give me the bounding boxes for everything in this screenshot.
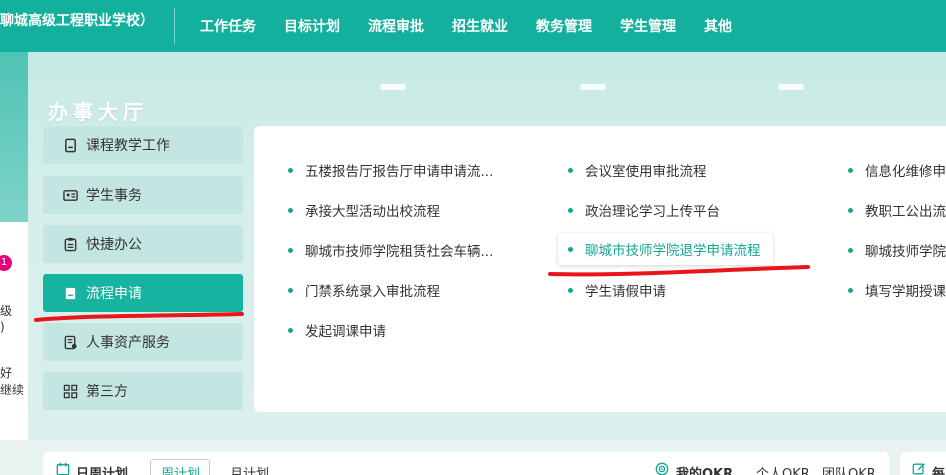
process-link[interactable]: 聊城技师学院 (848, 240, 946, 260)
stub-text: 继续 (0, 383, 25, 397)
process-link[interactable]: 五楼报告厅报告厅申请申请流... (288, 160, 493, 180)
clipboard-icon (63, 237, 78, 252)
menu-item-third-party[interactable]: 第三方 (43, 372, 243, 410)
menu-item-label: 课程教学工作 (86, 138, 170, 154)
menu-item-label: 流程申请 (86, 286, 142, 302)
menu-item-label: 人事资产服务 (86, 335, 170, 351)
process-link[interactable]: 教职工公出流 (848, 200, 946, 220)
left-panel-header (0, 52, 28, 222)
process-link[interactable]: 学生请假申请 (568, 280, 666, 300)
nav-divider (174, 8, 175, 44)
top-nav-bar: 聊城高级工程职业学校） 工作任务 目标计划 流程审批 招生就业 教务管理 学生管… (0, 0, 946, 52)
course-icon (63, 138, 78, 153)
hall-decoration (380, 84, 406, 90)
hall-decoration (778, 84, 804, 90)
process-link[interactable]: 会议室使用审批流程 (568, 160, 707, 180)
calendar-icon (56, 462, 70, 475)
plan-title: 日周计划 (76, 467, 129, 475)
flow-icon (63, 286, 78, 301)
tab-team-okr[interactable]: 团队OKR (822, 463, 876, 475)
hall-title: 办事大厅 (48, 100, 148, 124)
menu-item-hr-assets[interactable]: 人事资产服务 (43, 323, 243, 361)
menu-item-course[interactable]: 课程教学工作 (43, 126, 243, 164)
nav-item-approval[interactable]: 流程审批 (368, 16, 424, 36)
right-card-title: 每 (932, 467, 946, 475)
hall-decoration (580, 84, 606, 90)
process-link[interactable]: 承接大型活动出校流程 (288, 200, 440, 220)
nav-item-tasks[interactable]: 工作任务 (200, 16, 256, 36)
process-link[interactable]: 聊城市技师学院租赁社会车辆... (288, 240, 493, 260)
tab-month-plan[interactable]: 月计划 (230, 463, 269, 475)
stub-text: ) (0, 320, 5, 334)
menu-item-label: 第三方 (86, 384, 128, 400)
tab-personal-okr[interactable]: 个人OKR (756, 463, 810, 475)
nav-item-students[interactable]: 学生管理 (620, 16, 676, 36)
menu-item-quick-office[interactable]: 快捷办公 (43, 225, 243, 263)
grid-icon (63, 384, 78, 399)
menu-item-label: 学生事务 (86, 188, 142, 204)
id-card-icon (63, 188, 78, 203)
menu-item-student-affairs[interactable]: 学生事务 (43, 176, 243, 214)
stub-text: 级 (0, 304, 13, 318)
school-name: 聊城高级工程职业学校） (0, 13, 154, 29)
nav-item-goals[interactable]: 目标计划 (284, 16, 340, 36)
edit-icon (912, 462, 926, 475)
menu-item-process-application[interactable]: 流程申请 (43, 274, 243, 312)
document-icon (63, 335, 78, 350)
process-link-withdrawal-hovered[interactable]: 聊城市技师学院退学申请流程 (558, 233, 773, 265)
process-link[interactable]: 信息化维修申 (848, 160, 946, 180)
stub-text: 好 (0, 366, 13, 380)
nav-item-enrollment[interactable]: 招生就业 (452, 16, 508, 36)
process-link[interactable]: 政治理论学习上传平台 (568, 200, 720, 220)
nav-item-academic[interactable]: 教务管理 (536, 16, 592, 36)
menu-item-label: 快捷办公 (86, 237, 142, 253)
process-link[interactable]: 发起调课申请 (288, 320, 386, 340)
process-link[interactable]: 门禁系统录入审批流程 (288, 280, 440, 300)
nav-item-other[interactable]: 其他 (704, 16, 732, 36)
tab-week-plan[interactable]: 周计划 (161, 463, 200, 475)
target-icon (655, 462, 669, 475)
okr-title: 我的OKR (676, 467, 734, 475)
process-link[interactable]: 填写学期授课 (848, 280, 946, 300)
main-nav: 工作任务 目标计划 流程审批 招生就业 教务管理 学生管理 其他 (186, 0, 746, 52)
